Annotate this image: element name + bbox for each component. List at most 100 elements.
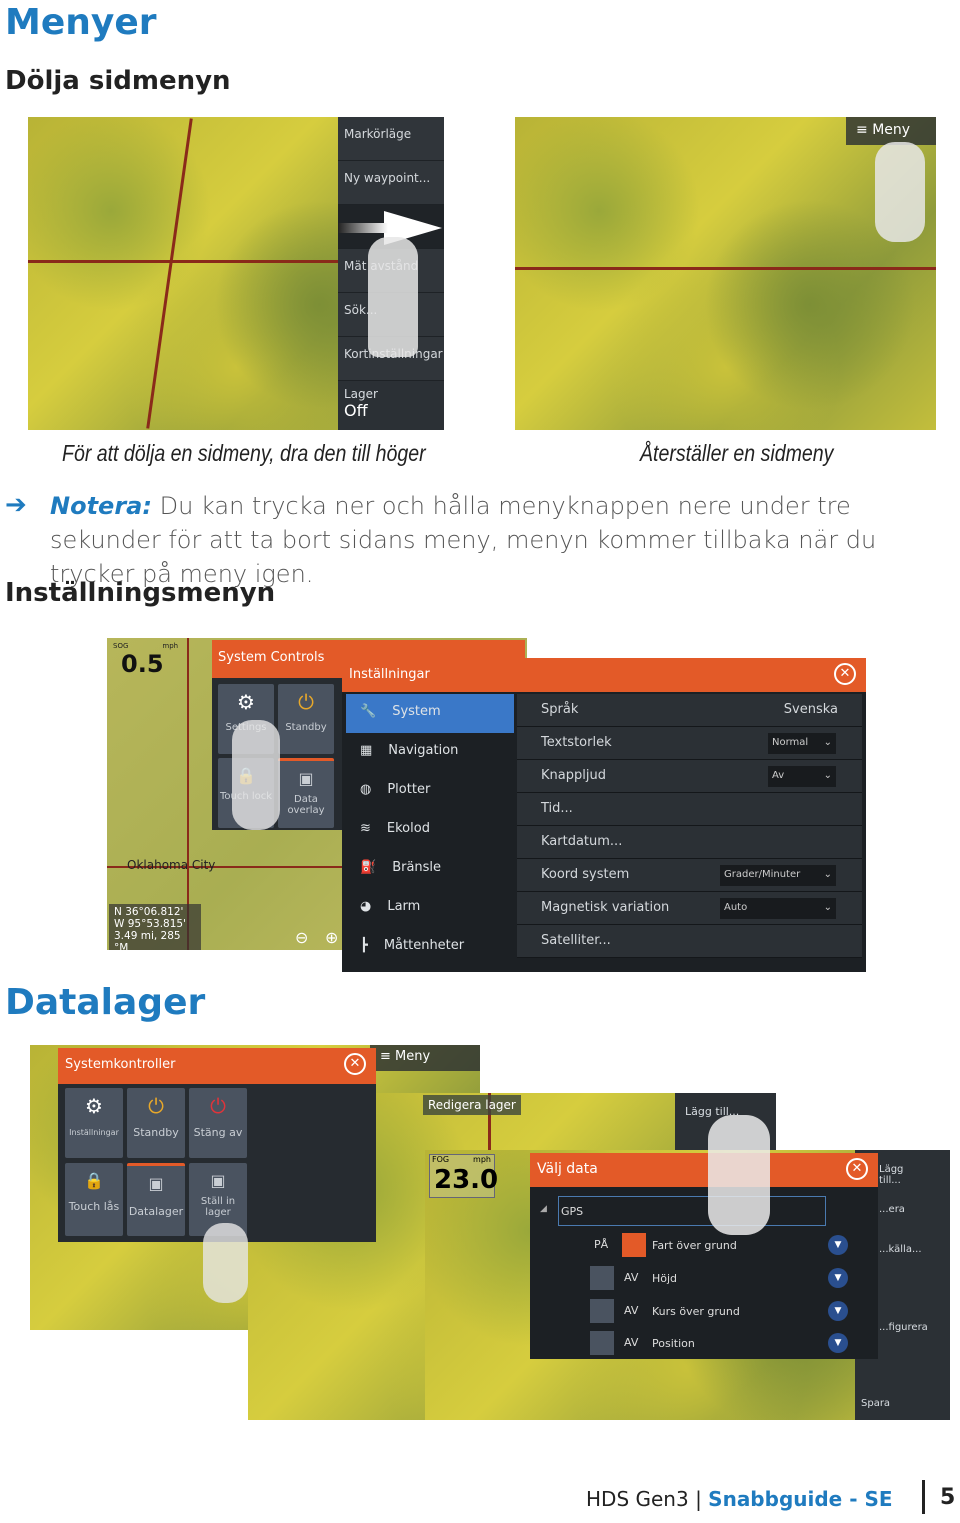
nav-label: Måttenheter: [383, 938, 465, 953]
footer-guide: Snabbguide - SE: [708, 1487, 893, 1511]
dialog-title: Inställningar: [349, 667, 430, 682]
dropdown[interactable]: Normal ⌄: [768, 733, 836, 754]
setting-label: Textstorlek: [541, 735, 612, 750]
zoom-out-icon[interactable]: ⊖: [295, 928, 308, 947]
data-item[interactable]: AV Höjd ▼: [586, 1263, 848, 1293]
caption: För att dölja en sidmeny, dra den till h…: [62, 440, 426, 466]
overlay-icon: ▣: [148, 1174, 164, 1193]
chart-map-screenshot: ≡ Meny: [515, 117, 936, 430]
menu-item[interactable]: Markörläge: [338, 117, 444, 161]
nav-item-mattenheter[interactable]: ┣ Måttenheter: [346, 928, 514, 967]
dropdown-value: Normal: [772, 737, 809, 748]
layer-value: Off: [344, 401, 368, 420]
fog-label: FOG: [432, 1155, 450, 1164]
footer-separator: |: [695, 1487, 702, 1511]
menu-button[interactable]: ≡ Meny: [370, 1045, 480, 1071]
dropdown[interactable]: Av ⌄: [768, 766, 836, 787]
setting-label: Kartdatum...: [541, 834, 623, 849]
page-heading: Menyer: [5, 2, 157, 43]
standby-tile[interactable]: ⏻ Standby: [127, 1088, 185, 1158]
city-label: Oklahoma City: [127, 858, 216, 872]
data-item[interactable]: PÅ Fart över grund ▼: [586, 1230, 848, 1260]
group-label: GPS: [561, 1205, 584, 1218]
chevron-down-icon: ⌄: [823, 737, 832, 748]
item-label: Position: [652, 1337, 695, 1350]
close-icon[interactable]: ✕: [344, 1053, 366, 1075]
chevron-down-icon[interactable]: ▼: [828, 1235, 848, 1255]
nav-item-larm[interactable]: ◕ Larm: [346, 889, 514, 928]
setting-row[interactable]: Språk Svenska: [517, 694, 862, 727]
toggle-off[interactable]: [590, 1266, 614, 1290]
item-label: Fart över grund: [652, 1239, 737, 1252]
hamburger-icon: ≡: [380, 1049, 396, 1064]
dropdown[interactable]: Auto ⌄: [720, 898, 836, 919]
toggle-on[interactable]: [622, 1233, 646, 1257]
setting-row[interactable]: Magnetisk variation Auto ⌄: [517, 892, 862, 925]
setting-row[interactable]: Tid...: [517, 793, 862, 826]
chevron-down-icon[interactable]: ▼: [828, 1333, 848, 1353]
touch-lock-tile[interactable]: 🔒 Touch lås: [65, 1163, 123, 1236]
setting-label: Knappljud: [541, 768, 606, 783]
close-icon[interactable]: ✕: [834, 663, 856, 685]
setting-row[interactable]: Kartdatum...: [517, 826, 862, 859]
speed-readout: 23.0: [434, 1165, 499, 1195]
menu-button-label: Meny: [395, 1049, 431, 1064]
nav-label: Navigation: [388, 743, 459, 758]
nav-item-plotter[interactable]: ◍ Plotter: [346, 772, 514, 811]
chevron-down-icon[interactable]: ▼: [828, 1268, 848, 1288]
dropdown-value: Grader/Minuter: [724, 869, 801, 880]
layer-label: Lager: [344, 387, 378, 401]
toggle-off[interactable]: [590, 1331, 614, 1355]
section-heading: Dölja sidmenyn: [5, 66, 231, 96]
data-item[interactable]: AV Position ▼: [586, 1328, 848, 1358]
tile-label: Standby: [285, 722, 327, 733]
zoom-in-icon[interactable]: ⊕: [325, 928, 338, 947]
dropdown[interactable]: Grader/Minuter ⌄: [720, 865, 836, 886]
latitude: N 36°06.812': [114, 906, 184, 918]
datalager-tile[interactable]: ▣ Datalager: [127, 1163, 185, 1236]
globe-icon: ◍: [360, 782, 372, 797]
hamburger-icon: ≡: [856, 122, 873, 138]
nav-item-system[interactable]: 🔧 System: [346, 694, 514, 733]
unit-label: mph: [473, 1155, 491, 1164]
gear-icon: ⚙: [85, 1094, 103, 1118]
tile-label: Touch lås: [68, 1200, 120, 1213]
overlay-icon: ▣: [298, 769, 314, 788]
select-data-dialog: Välj data ✕ GPS ◢ PÅ Fart över grund ▼ AV Hö…: [530, 1153, 878, 1359]
data-overlay-tile[interactable]: ▣ Data overlay: [278, 758, 334, 828]
nav-label: Plotter: [387, 782, 431, 797]
nav-item-ekolod[interactable]: ≋ Ekolod: [346, 811, 514, 850]
hand-gesture-icon: [368, 237, 418, 357]
nav-item-bransle[interactable]: ⛽ Bränsle: [346, 850, 514, 889]
panel-title: Systemkontroller: [65, 1057, 176, 1072]
hand-gesture-icon: [232, 720, 280, 830]
setting-row[interactable]: Knappljud Av ⌄: [517, 760, 862, 793]
setting-row[interactable]: Koord system Grader/Minuter ⌄: [517, 859, 862, 892]
toggle-off[interactable]: [590, 1299, 614, 1323]
nav-label: Larm: [387, 899, 421, 914]
standby-tile[interactable]: ⏻ Standby: [278, 684, 334, 754]
chevron-down-icon: ⌄: [823, 869, 832, 880]
power-off-tile[interactable]: ⏻ Stäng av: [189, 1088, 247, 1158]
menu-item[interactable]: Ny waypoint...: [338, 161, 444, 205]
setting-row[interactable]: Satelliter...: [517, 925, 862, 958]
settings-tile[interactable]: ⚙ Inställningar: [65, 1088, 123, 1158]
settings-nav: 🔧 System ▦ Navigation ◍ Plotter ≋ Ekolod ⛽ Br…: [346, 694, 514, 967]
chevron-down-icon[interactable]: ▼: [828, 1301, 848, 1321]
layer-toggle[interactable]: Lager Off: [338, 381, 444, 426]
nav-item-navigation[interactable]: ▦ Navigation: [346, 733, 514, 772]
setting-label: Koord system: [541, 867, 630, 882]
tile-label: Inställningar: [69, 1128, 119, 1137]
menu-button[interactable]: ≡ Meny: [846, 117, 936, 145]
nav-label: Bränsle: [392, 860, 442, 875]
data-item[interactable]: AV Kurs över grund ▼: [586, 1296, 848, 1326]
close-icon[interactable]: ✕: [846, 1158, 868, 1180]
collapse-icon[interactable]: ◢: [540, 1204, 547, 1214]
lock-icon: 🔒: [84, 1171, 104, 1190]
gps-group[interactable]: GPS: [558, 1196, 826, 1226]
state-label: AV: [624, 1336, 639, 1349]
setting-label: Magnetisk variation: [541, 900, 670, 915]
dialog-title: Välj data: [537, 1161, 598, 1177]
power-icon: ⏻: [210, 1094, 226, 1118]
setting-row[interactable]: Textstorlek Normal ⌄: [517, 727, 862, 760]
